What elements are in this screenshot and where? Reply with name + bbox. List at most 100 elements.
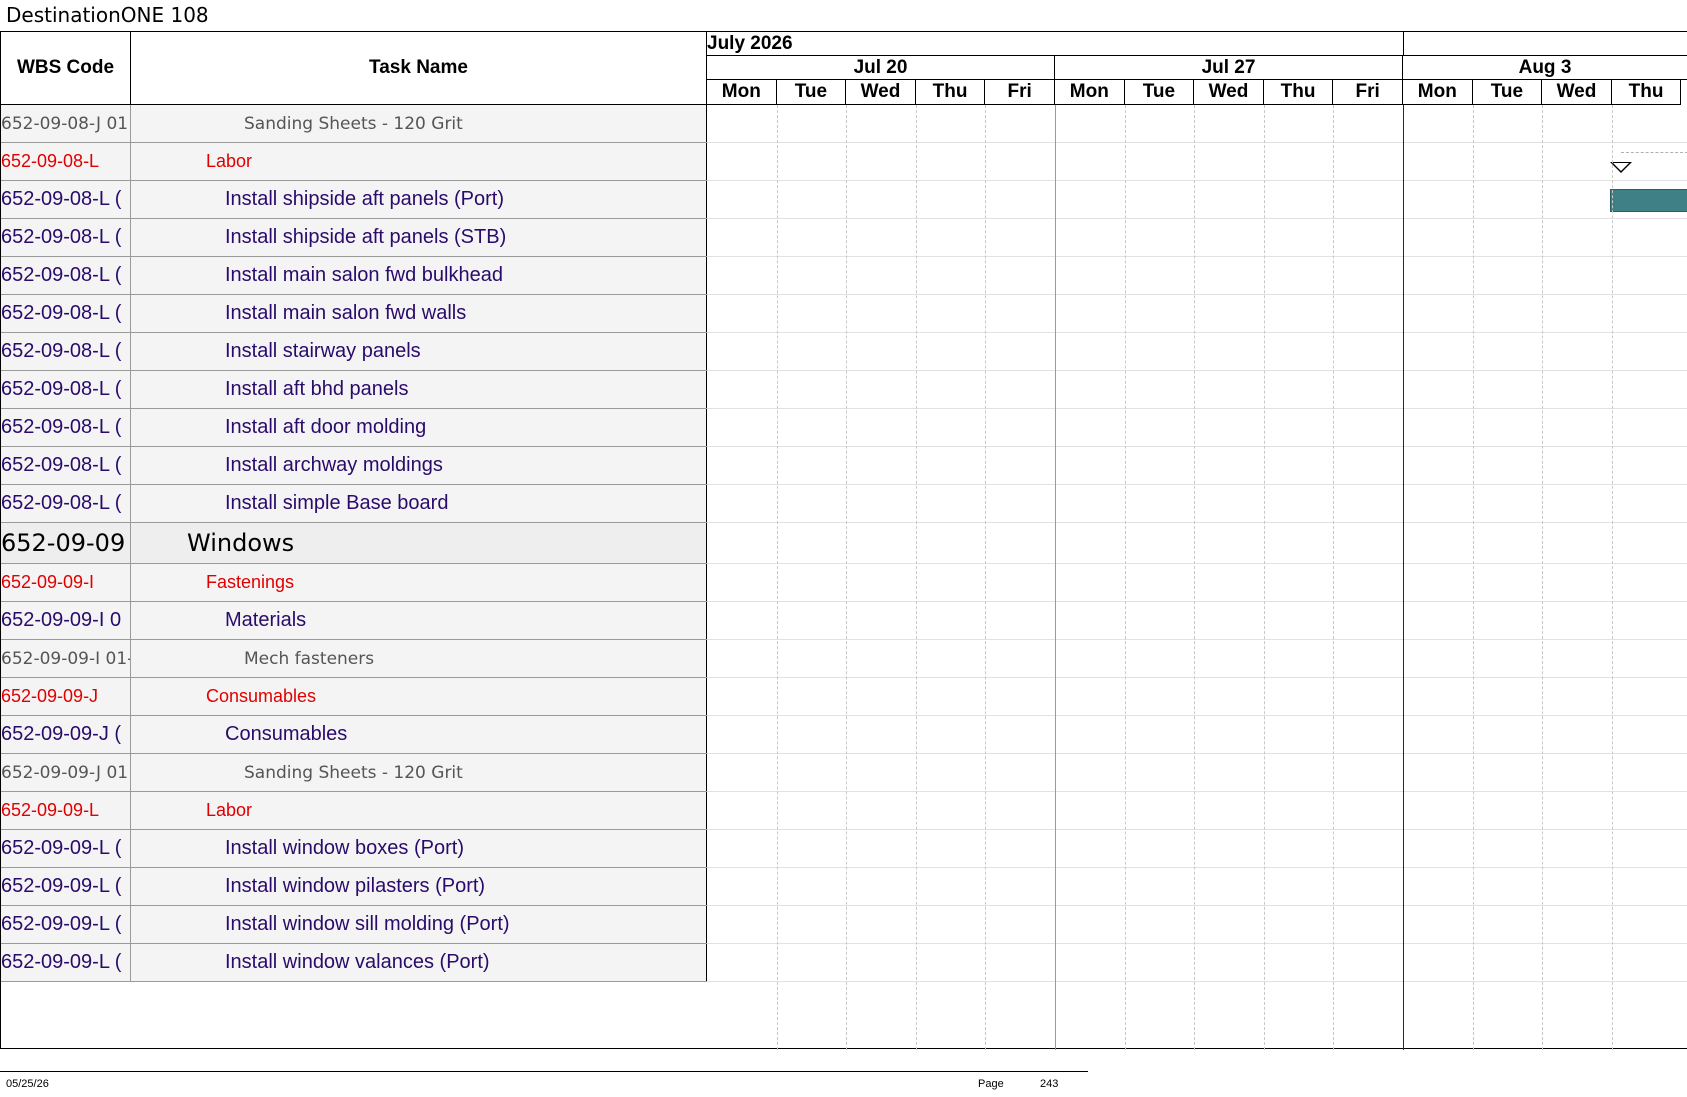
timescale-month-july: July 2026	[707, 32, 1403, 56]
table-row[interactable]: 652-09-09-L ( Install window sill molding…	[1, 906, 707, 944]
task-name-cell[interactable]: Sanding Sheets - 120 Grit	[131, 105, 707, 142]
wbs-code-cell[interactable]: 652-09-08-J 01	[1, 105, 131, 142]
summary-bar-outline	[1621, 152, 1687, 173]
task-name-cell[interactable]: Install simple Base board	[131, 485, 707, 522]
wbs-code-cell[interactable]: 652-09-08-L (	[1, 333, 131, 370]
table-row[interactable]: 652-09-09-L (Install window valances (Po…	[1, 944, 707, 982]
wbs-code-cell[interactable]: 652-09-09-J 01	[1, 754, 131, 791]
task-name-cell[interactable]: Install aft bhd panels	[131, 371, 707, 408]
wbs-code-cell[interactable]: 652-09-09-L (	[1, 944, 131, 981]
table-row[interactable]: 652-09-09-I Fastenings	[1, 564, 707, 602]
table-row[interactable]: 652-09-08-L (Install archway moldings	[1, 447, 707, 485]
wbs-code-cell[interactable]: 652-09-08-L (	[1, 181, 131, 218]
wbs-code-cell[interactable]: 652-09-08-L (	[1, 219, 131, 256]
table-row[interactable]: 652-09-09-L (Install window pilasters (P…	[1, 868, 707, 906]
task-name-cell[interactable]: Install archway moldings	[131, 447, 707, 484]
day-gridline	[1542, 105, 1544, 1050]
wbs-code-cell[interactable]: 652-09-09-L (	[1, 868, 131, 905]
table-row[interactable]: 652-09-09-I 0 Materials	[1, 602, 707, 640]
row-gridline	[707, 484, 1687, 485]
task-name-text: Sanding Sheets - 120 Grit	[244, 113, 463, 134]
wbs-code-cell[interactable]: 652-09-09-L (	[1, 830, 131, 867]
day-gridline	[1124, 105, 1126, 1050]
table-row[interactable]: 652-09-09-L (Install window boxes (Port)	[1, 830, 707, 868]
task-name-cell[interactable]: Labor	[131, 143, 707, 180]
summary-group-row[interactable]: 652-09-09 Windows	[1, 523, 707, 564]
column-header-wbs-code[interactable]: WBS Code	[1, 32, 131, 105]
table-row[interactable]: 652-09-08-L (Install simple Base board	[1, 485, 707, 523]
table-row[interactable]: 652-09-09-L Labor	[1, 792, 707, 830]
task-name-cell[interactable]: Windows	[131, 523, 707, 563]
task-name-cell[interactable]: Install window pilasters (Port)	[131, 868, 707, 905]
day-gridline	[776, 105, 778, 1050]
task-name-text: Labor	[206, 151, 253, 171]
table-row[interactable]: 652-09-08-L (Install stairway panels	[1, 333, 707, 371]
row-gridline	[707, 677, 1687, 678]
row-gridline	[707, 522, 1687, 523]
wbs-code-cell[interactable]: 652-09-09-L (	[1, 906, 131, 943]
wbs-code-cell[interactable]: 652-09-08-L (	[1, 409, 131, 446]
wbs-code-cell[interactable]: 652-09-09-J	[1, 678, 131, 715]
row-gridline	[707, 715, 1687, 716]
task-name-cell[interactable]: Install window boxes (Port)	[131, 830, 707, 867]
table-row[interactable]: 652-09-09-J (Consumables	[1, 716, 707, 754]
table-row[interactable]: 652-09-08-L ( Install shipside aft panels…	[1, 181, 707, 219]
task-name-cell[interactable]: Install main salon fwd bulkhead	[131, 257, 707, 294]
wbs-code-cell[interactable]: 652-09-09-J (	[1, 716, 131, 753]
wbs-code-cell[interactable]: 652-09-09-I 0	[1, 602, 131, 639]
wbs-code-cell[interactable]: 652-09-09-I	[1, 564, 131, 601]
task-name-cell[interactable]: Labor	[131, 792, 707, 829]
task-name-cell[interactable]: Install window valances (Port)	[131, 944, 707, 981]
task-name-cell[interactable]: Install shipside aft panels (STB)	[131, 219, 707, 256]
task-name-text: Mech fasteners	[244, 648, 375, 669]
column-header-task-name[interactable]: Task Name	[131, 32, 707, 105]
task-name-text: Install window sill molding (Port)	[225, 913, 510, 935]
task-name-text: Install aft door molding	[225, 416, 427, 438]
task-name-cell[interactable]: Consumables	[131, 678, 707, 715]
table-row[interactable]: 652-09-08-L ( Install aft door molding	[1, 409, 707, 447]
wbs-code-cell[interactable]: 652-09-08-L (	[1, 371, 131, 408]
wbs-code-cell[interactable]: 652-09-09-I 01-	[1, 640, 131, 677]
task-name-cell[interactable]: Fastenings	[131, 564, 707, 601]
timescale-marker-line	[1403, 105, 1404, 1050]
task-name-cell[interactable]: Install aft door molding	[131, 409, 707, 446]
wbs-code-cell[interactable]: 652-09-08-L (	[1, 447, 131, 484]
table-row[interactable]: 652-09-09-J Consumables	[1, 678, 707, 716]
row-gridline	[707, 180, 1687, 181]
day-gridline	[1263, 105, 1265, 1050]
table-row[interactable]: 652-09-08-L (Install shipside aft panels…	[1, 219, 707, 257]
table-row[interactable]: 652-09-08-L (Install aft bhd panels	[1, 371, 707, 409]
gantt-chart-area[interactable]	[707, 105, 1687, 1050]
table-row[interactable]: 652-09-08-L Labor	[1, 143, 707, 181]
table-row[interactable]: 652-09-08-L (Install main salon fwd bulk…	[1, 257, 707, 295]
table-row[interactable]: 652-09-09-I 01- Mech fasteners	[1, 640, 707, 678]
wbs-code-cell[interactable]: 652-09-08-L (	[1, 295, 131, 332]
footer-divider	[0, 1071, 1088, 1072]
wbs-code-cell[interactable]: 652-09-08-L (	[1, 257, 131, 294]
table-row[interactable]: 652-09-08-J 01 Sanding Sheets - 120 Grit	[1, 105, 707, 143]
task-name-cell[interactable]: Materials	[131, 602, 707, 639]
wbs-code-cell[interactable]: 652-09-08-L	[1, 143, 131, 180]
table-row[interactable]: 652-09-08-L (Install main salon fwd wall…	[1, 295, 707, 333]
timescale-day: Wed	[1194, 80, 1264, 105]
task-name-cell[interactable]: Install main salon fwd walls	[131, 295, 707, 332]
task-name-cell[interactable]: Consumables	[131, 716, 707, 753]
task-name-cell[interactable]: Sanding Sheets - 120 Grit	[131, 754, 707, 791]
wbs-code-cell[interactable]: 652-09-09	[1, 523, 131, 563]
task-name-text: Labor	[206, 800, 253, 820]
task-name-cell[interactable]: Mech fasteners	[131, 640, 707, 677]
row-gridline	[707, 294, 1687, 295]
table-row[interactable]: 652-09-09-J 01 Sanding Sheets - 120 Grit	[1, 754, 707, 792]
wbs-code-cell[interactable]: 652-09-09-L	[1, 792, 131, 829]
task-name-cell[interactable]: Install shipside aft panels (Port)	[131, 181, 707, 218]
task-name-cell[interactable]: Install window sill molding (Port)	[131, 906, 707, 943]
wbs-code-cell[interactable]: 652-09-08-L (	[1, 485, 131, 522]
task-name-cell[interactable]: Install stairway panels	[131, 333, 707, 370]
timescale-day: Mon	[1055, 80, 1125, 105]
task-name-text: Sanding Sheets - 120 Grit	[244, 762, 463, 783]
timescale-day: Tue	[1124, 80, 1195, 105]
day-gridline	[915, 105, 917, 1050]
task-bar[interactable]	[1610, 189, 1687, 212]
task-name-text: Install shipside aft panels (Port)	[225, 188, 505, 210]
timescale-day: Fri	[1333, 80, 1403, 105]
